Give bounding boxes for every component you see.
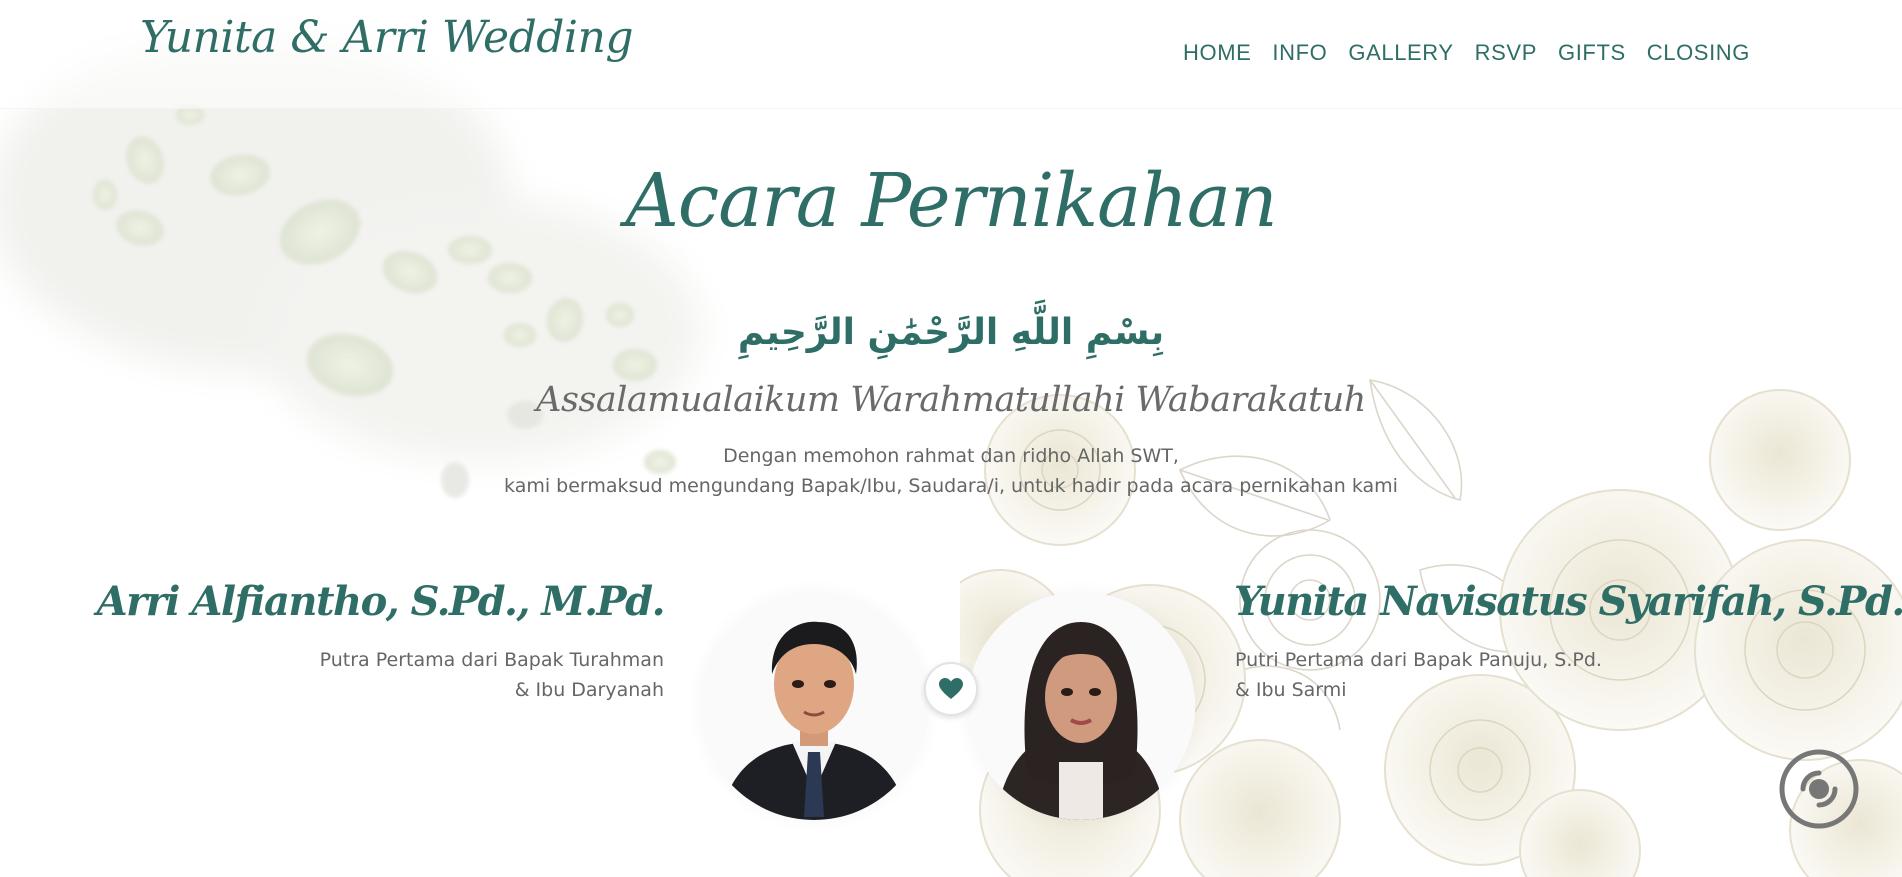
heart-icon xyxy=(939,678,963,699)
wedding-section: Acara Pernikahan بِسْمِ اللَّهِ الرَّحْم… xyxy=(0,0,1902,877)
nav-home[interactable]: HOME xyxy=(1183,40,1251,66)
bride-parents: Putri Pertama dari Bapak Panuju, S.Pd. &… xyxy=(1235,645,1602,705)
greeting-text: Assalamualaikum Warahmatullahi Wabarakat… xyxy=(536,380,1366,420)
nav-info[interactable]: INFO xyxy=(1272,40,1327,66)
groom-parents-line: Putra Pertama dari Bapak Turahman xyxy=(319,649,664,671)
site-header: Yunita & Arri Wedding HOME INFO GALLERY … xyxy=(0,0,1902,109)
groom-parents: Putra Pertama dari Bapak Turahman & Ibu … xyxy=(320,645,664,705)
bride-portrait-illustration xyxy=(967,592,1195,820)
bride-parents-line: & Ibu Sarmi xyxy=(1235,679,1347,701)
audio-toggle-button[interactable] xyxy=(1778,748,1860,830)
bride-name: Yunita Navisatus Syarifah, S.Pd. xyxy=(1234,578,1902,625)
intro-line: Dengan memohon rahmat dan ridho Allah SW… xyxy=(723,445,1179,467)
groom-portrait-illustration xyxy=(700,592,928,820)
groom-name: Arri Alfiantho, S.Pd., M.Pd. xyxy=(96,578,666,625)
basmala-text: بِسْمِ اللَّهِ الرَّحْمَٰنِ الرَّحِيمِ xyxy=(737,312,1165,353)
nav-closing[interactable]: CLOSING xyxy=(1647,40,1750,66)
audio-icon xyxy=(1779,749,1859,829)
bride-photo xyxy=(967,592,1195,820)
nav-rsvp[interactable]: RSVP xyxy=(1475,40,1537,66)
site-logo[interactable]: Yunita & Arri Wedding xyxy=(140,12,634,63)
section-title: Acara Pernikahan xyxy=(625,158,1277,244)
intro-line: kami bermaksud mengundang Bapak/Ibu, Sau… xyxy=(504,475,1398,497)
nav-gifts[interactable]: GIFTS xyxy=(1558,40,1626,66)
groom-photo xyxy=(700,592,928,820)
main-nav: HOME INFO GALLERY RSVP GIFTS CLOSING xyxy=(1183,40,1750,66)
groom-parents-line: & Ibu Daryanah xyxy=(514,679,664,701)
nav-gallery[interactable]: GALLERY xyxy=(1348,40,1453,66)
intro-text: Dengan memohon rahmat dan ridho Allah SW… xyxy=(0,441,1902,501)
heart-button[interactable] xyxy=(924,662,978,716)
bride-parents-line: Putri Pertama dari Bapak Panuju, S.Pd. xyxy=(1235,649,1602,671)
